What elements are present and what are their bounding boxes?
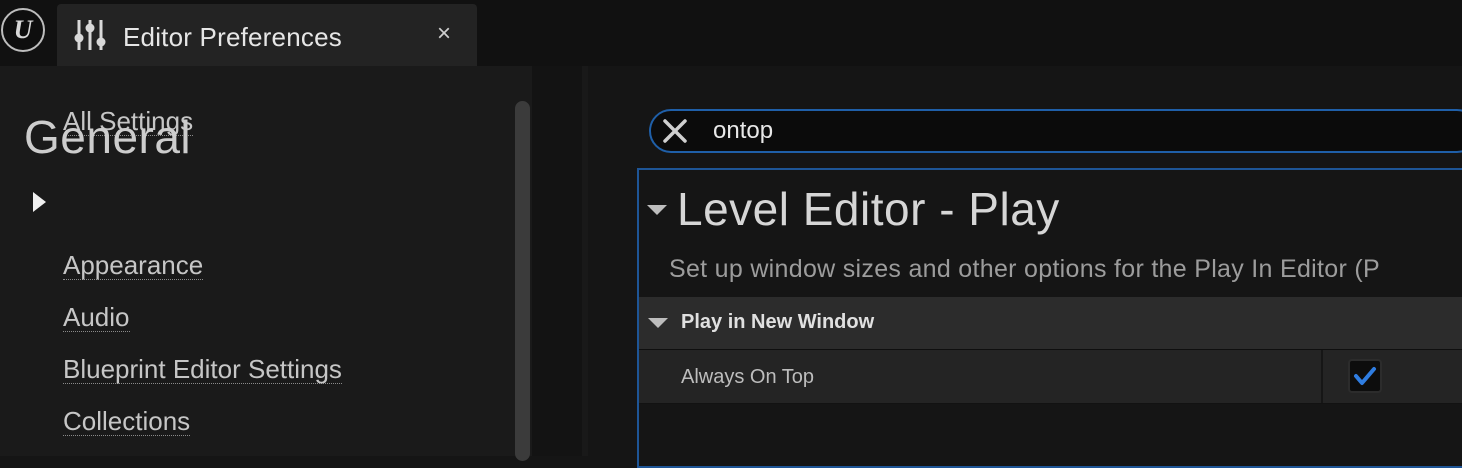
panel-splitter[interactable] — [532, 66, 584, 456]
search-box[interactable] — [649, 109, 1462, 153]
sidebar-group-title: General — [24, 111, 192, 163]
sliders-icon — [74, 20, 106, 50]
column-splitter[interactable] — [1321, 350, 1323, 403]
close-x-icon[interactable] — [661, 117, 689, 145]
search-input[interactable] — [713, 115, 1413, 147]
section-title: Level Editor - Play — [677, 183, 1060, 235]
unreal-engine-logo-icon[interactable]: U — [1, 8, 45, 52]
tab-title: Editor Preferences — [123, 22, 342, 52]
property-label: Always On Top — [681, 366, 815, 388]
category-row[interactable]: Play in New Window — [639, 297, 1462, 350]
checkmark-icon — [1354, 367, 1376, 385]
collapse-arrow-icon[interactable] — [647, 205, 667, 215]
tab-editor-preferences[interactable]: Editor Preferences × — [57, 4, 477, 66]
caret-right-icon[interactable] — [33, 192, 46, 212]
sidebar-scrollbar[interactable] — [515, 101, 530, 461]
sidebar-item-appearance[interactable]: Appearance — [63, 251, 204, 281]
section-description: Set up window sizes and other options fo… — [669, 255, 1380, 283]
property-row: Always On Top — [639, 350, 1462, 404]
close-icon[interactable]: × — [437, 22, 451, 46]
sidebar-item-collections[interactable]: Collections — [63, 407, 191, 437]
sidebar-item-blueprint-editor-settings[interactable]: Blueprint Editor Settings — [63, 355, 342, 385]
category-label: Play in New Window — [681, 311, 875, 333]
sidebar-item-audio[interactable]: Audio — [63, 303, 130, 333]
collapse-arrow-icon[interactable] — [648, 318, 668, 328]
always-on-top-checkbox[interactable] — [1348, 359, 1382, 393]
